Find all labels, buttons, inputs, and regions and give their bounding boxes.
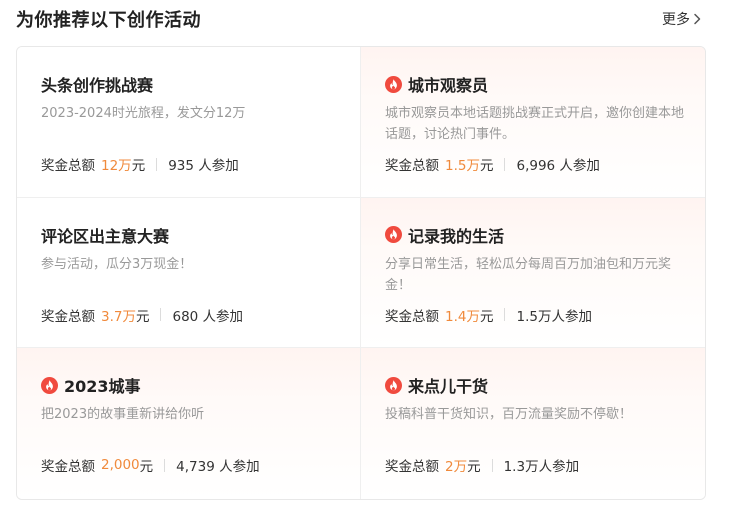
card-title-row: 2023城事: [41, 374, 141, 396]
activity-card[interactable]: 来点儿干货 投稿科普干货知识，百万流量奖励不停歇！ 奖金总额 2万 元 1.3万…: [361, 348, 705, 499]
activity-grid: 头条创作挑战赛 2023-2024时光旅程，发文分12万 奖金总额 12万 元 …: [16, 46, 706, 500]
card-title-row: 记录我的生活: [385, 224, 504, 246]
card-title: 记录我的生活: [408, 226, 505, 246]
prize-amount: 2,000: [101, 457, 140, 474]
prize-amount: 3.7万: [101, 308, 136, 325]
meta-divider: [164, 458, 166, 472]
card-meta: 奖金总额 1.4万 元 1.5万人参加: [385, 305, 592, 325]
activity-card[interactable]: 头条创作挑战赛 2023-2024时光旅程，发文分12万 奖金总额 12万 元 …: [17, 47, 361, 198]
prize-unit: 元: [479, 158, 494, 174]
prize-label: 奖金总额: [41, 459, 95, 476]
prize-label: 奖金总额: [385, 158, 439, 174]
participant-count: 1.3万人参加: [503, 459, 580, 476]
fire-icon: [385, 226, 402, 244]
participant-count: 4,739 人参加: [176, 459, 260, 476]
card-meta: 奖金总额 2万 元 1.3万人参加: [385, 455, 579, 475]
card-description: 2023-2024时光旅程，发文分12万: [41, 106, 246, 121]
fire-icon: [385, 75, 402, 93]
card-meta: 奖金总额 2,000 元 4,739 人参加: [41, 455, 260, 475]
more-link[interactable]: 更多: [662, 9, 702, 29]
card-title-row: 评论区出主意大赛: [41, 224, 169, 246]
card-title-row: 来点儿干货: [385, 374, 488, 396]
card-description: 投稿科普干货知识，百万流量奖励不停歇！: [385, 407, 633, 423]
card-description: 城市观察员本地话题挑战赛正式开启，邀你创建本地话题，讨论热门事件。: [385, 106, 685, 142]
participant-count: 6,996 人参加: [516, 158, 600, 174]
prize-label: 奖金总额: [41, 308, 95, 325]
card-title: 2023城事: [64, 377, 141, 397]
card-title: 来点儿干货: [408, 377, 489, 397]
fire-icon: [41, 376, 58, 394]
prize-unit: 元: [135, 308, 150, 325]
prize-label: 奖金总额: [41, 158, 95, 174]
meta-divider: [504, 308, 506, 322]
activity-card[interactable]: 2023城事 把2023的故事重新讲给你听 奖金总额 2,000 元 4,739…: [17, 348, 361, 499]
card-title: 城市观察员: [408, 76, 489, 95]
prize-unit: 元: [131, 158, 146, 174]
prize-amount: 1.5万: [445, 158, 480, 174]
prize-amount: 12万: [101, 158, 132, 174]
meta-divider: [491, 458, 493, 472]
card-meta: 奖金总额 3.7万 元 680 人参加: [41, 305, 243, 325]
card-description: 参与活动，瓜分3万现金！: [41, 256, 193, 272]
card-description: 把2023的故事重新讲给你听: [41, 407, 205, 423]
prize-amount: 2万: [445, 459, 468, 476]
card-title-row: 头条创作挑战赛: [41, 73, 153, 95]
participant-count: 935 人参加: [168, 158, 239, 174]
card-meta: 奖金总额 1.5万 元 6,996 人参加: [385, 154, 600, 174]
card-meta: 奖金总额 12万 元 935 人参加: [41, 154, 239, 174]
prize-unit: 元: [467, 459, 481, 476]
card-title-row: 城市观察员: [385, 73, 488, 95]
fire-icon: [385, 376, 402, 394]
prize-label: 奖金总额: [385, 459, 439, 476]
participant-count: 680 人参加: [172, 308, 244, 325]
section-header: 为你推荐以下创作活动 更多: [16, 0, 706, 40]
prize-amount: 1.4万: [445, 308, 480, 325]
more-label: 更多: [662, 12, 690, 28]
prize-label: 奖金总额: [385, 308, 439, 325]
prize-unit: 元: [139, 459, 154, 476]
chevron-right-icon: [694, 13, 701, 25]
activity-card[interactable]: 记录我的生活 分享日常生活，轻松瓜分每周百万加油包和万元奖金！ 奖金总额 1.4…: [361, 197, 705, 349]
section-title: 为你推荐以下创作活动: [16, 10, 201, 31]
meta-divider: [160, 308, 162, 322]
meta-divider: [156, 157, 158, 171]
card-title: 头条创作挑战赛: [41, 76, 154, 95]
meta-divider: [504, 157, 506, 171]
activity-card[interactable]: 评论区出主意大赛 参与活动，瓜分3万现金！ 奖金总额 3.7万 元 680 人参…: [17, 197, 361, 349]
card-title: 评论区出主意大赛: [41, 226, 170, 246]
card-description: 分享日常生活，轻松瓜分每周百万加油包和万元奖金！: [385, 256, 672, 293]
activity-card[interactable]: 城市观察员 城市观察员本地话题挑战赛正式开启，邀你创建本地话题，讨论热门事件。 …: [361, 47, 705, 198]
prize-unit: 元: [479, 308, 494, 325]
participant-count: 1.5万人参加: [516, 308, 592, 325]
